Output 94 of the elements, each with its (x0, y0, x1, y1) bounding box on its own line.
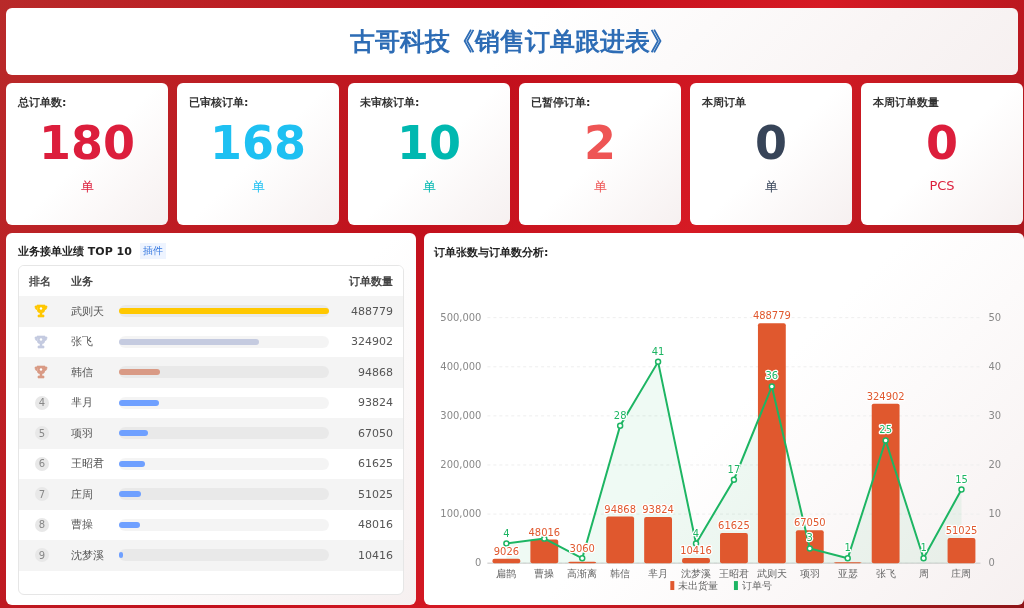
line-value-label: 28 (613, 409, 627, 421)
category-label: 韩信 (610, 568, 631, 580)
order-quantity: 67050 (357, 426, 393, 440)
order-quantity: 93824 (357, 396, 393, 410)
stat-value: 2 (584, 116, 616, 170)
order-quantity: 48016 (357, 518, 393, 532)
salesperson-name: 庄周 (71, 486, 94, 502)
column-header: 业务 (71, 273, 94, 289)
category-label: 曹操 (534, 568, 555, 580)
line-value-label: 1 (920, 542, 927, 554)
salesperson-name: 王昭君 (71, 456, 105, 472)
category-label: 亚瑟 (837, 568, 858, 580)
axis-label: 0 (988, 557, 995, 569)
axis-label: 0 (475, 557, 482, 569)
line-value-label: 36 (765, 370, 779, 382)
bar-value-label: 51025 (945, 525, 978, 537)
stat-label: 本周订单 (702, 95, 746, 110)
order-quantity: 94868 (357, 365, 393, 379)
axis-label: 500,000 (440, 311, 482, 323)
salesperson-name: 芈月 (71, 395, 94, 411)
stat-value: 180 (39, 116, 135, 170)
stat-unit: 单 (422, 178, 436, 196)
rank-badge: 8 (35, 517, 49, 532)
stat-label: 总订单数: (18, 95, 67, 110)
bar-value-label: 10416 (680, 545, 712, 557)
stat-value: 168 (210, 116, 306, 170)
column-header: 订单数量 (348, 273, 393, 289)
plugin-tag: 插件 (139, 243, 166, 259)
bar-value-label: 9026 (493, 545, 520, 557)
line-value-label: 4 (503, 527, 510, 539)
bar-value-label: 324902 (866, 390, 905, 402)
order-quantity: 61625 (357, 457, 393, 471)
stat-unit: 单 (80, 178, 94, 196)
axis-label: 30 (988, 409, 1002, 421)
salesperson-name: 沈梦溪 (71, 547, 105, 563)
bar-value-label: 48016 (528, 526, 561, 538)
rank-badge: 7 (35, 487, 49, 502)
bar-value-label: 94868 (604, 503, 636, 515)
category-label: 扁鹊 (496, 568, 517, 580)
category-label: 王昭君 (718, 568, 749, 580)
stat-value: 0 (755, 116, 787, 170)
line-value-label: 41 (651, 345, 665, 357)
category-label: 周 (918, 568, 929, 580)
bar-value-label: 93824 (642, 504, 674, 516)
axis-label: 40 (988, 360, 1002, 372)
category-label: 项羽 (799, 568, 820, 580)
order-quantity: 10416 (357, 548, 393, 562)
salesperson-name: 韩信 (71, 364, 94, 380)
line-value-label: 15 (955, 473, 968, 485)
salesperson-name: 张飞 (71, 334, 94, 350)
stat-value: 10 (397, 116, 461, 170)
panel-title: 业务接单业绩 TOP 10 (18, 243, 132, 259)
panel-title: 订单张数与订单数分析: (434, 245, 550, 260)
axis-label: 100,000 (440, 508, 482, 520)
stat-unit: 单 (764, 178, 778, 196)
order-quantity: 51025 (357, 487, 393, 501)
salesperson-name: 曹操 (71, 517, 94, 533)
line-value-label: 1 (844, 542, 851, 554)
line-value-label: 3 (806, 532, 813, 544)
legend-label: 订单号 (741, 580, 772, 591)
category-label: 沈梦溪 (681, 568, 711, 580)
category-label: 武则天 (756, 568, 787, 580)
rank-badge: 6 (35, 456, 49, 471)
rank-badge: 9 (35, 548, 49, 563)
stat-label: 本周订单数量 (873, 95, 939, 110)
axis-label: 200,000 (440, 458, 482, 470)
rank-badge: 4 (35, 395, 49, 410)
bar-value-label: 488779 (752, 310, 791, 322)
salesperson-name: 项羽 (71, 425, 94, 441)
category-label: 张飞 (875, 568, 896, 580)
column-header: 排名 (29, 273, 52, 289)
stat-label: 已审核订单: (189, 95, 249, 110)
page-title: 古哥科技《销售订单跟进表》 (349, 26, 675, 58)
rank-badge: 5 (35, 426, 49, 441)
axis-label: 50 (988, 311, 1002, 323)
axis-label: 400,000 (440, 360, 482, 372)
category-label: 芈月 (648, 568, 669, 580)
stat-label: 已暂停订单: (531, 95, 591, 110)
category-label: 庄周 (951, 568, 972, 580)
stat-unit: 单 (593, 178, 607, 196)
bar-value-label: 61625 (718, 519, 750, 531)
order-quantity: 488779 (350, 304, 393, 318)
stat-unit: 单 (251, 178, 265, 196)
line-value-label: 25 (879, 424, 892, 436)
category-label: 高渐离 (567, 568, 598, 580)
axis-label: 300,000 (440, 409, 482, 421)
stat-label: 未审核订单: (360, 95, 420, 110)
stat-unit: PCS (929, 178, 955, 193)
legend-label: 未出货量 (678, 580, 719, 591)
axis-label: 10 (988, 508, 1002, 520)
salesperson-name: 武则天 (71, 303, 105, 319)
axis-label: 20 (988, 458, 1002, 470)
stat-value: 0 (926, 116, 958, 170)
order-quantity: 324902 (350, 335, 393, 349)
